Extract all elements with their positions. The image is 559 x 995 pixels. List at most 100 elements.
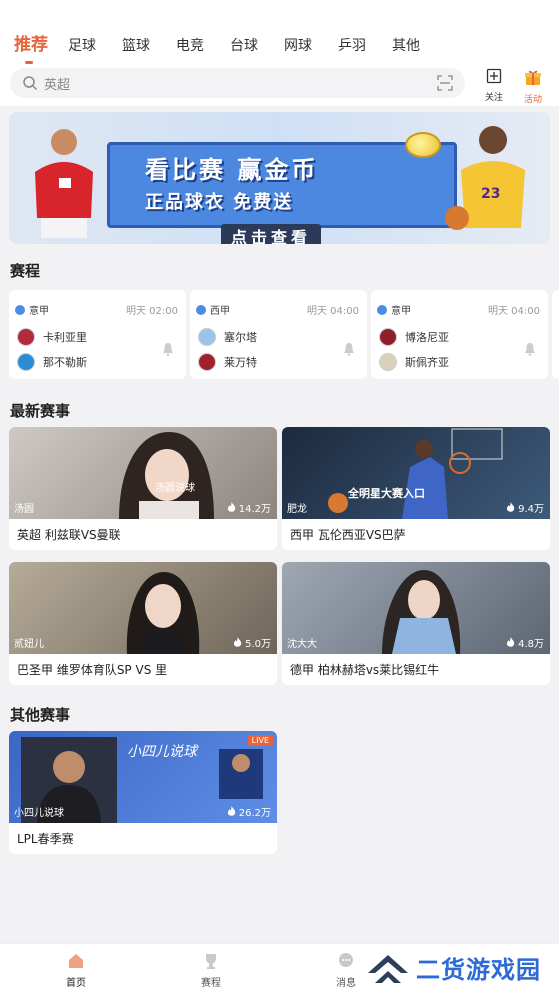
heat-count: 26.2万 [238,808,271,819]
tab-tennis[interactable]: 网球 [284,35,312,55]
league-name: 意甲 [29,306,49,317]
fire-icon [233,637,242,647]
banner-subline: 正品球衣 免费送 [145,192,294,213]
streamer-name: 汤圆 [14,504,34,515]
league-icon [377,304,387,315]
streamer-name: 沈大大 [287,639,317,650]
heat-count: 5.0万 [245,639,271,650]
heat-count: 4.8万 [518,639,544,650]
match-card[interactable]: 西甲 明天 04:00 塞尔塔 莱万特 [190,290,367,379]
promo-banner[interactable]: 看比赛 赢金币 正品球衣 免费送 点击查看 23 [9,112,550,244]
match-time: 明天 04:00 [488,306,540,317]
follow-button[interactable]: 关注 [477,68,511,103]
away-team: 莱万特 [224,356,257,369]
match-time: 明天 02:00 [126,306,178,317]
league-icon [196,304,206,315]
home-team: 卡利亚里 [43,331,87,344]
stream-thumbnail: 汤圆说球 汤圆 14.2万 [9,427,277,519]
stream-tile[interactable]: 小四儿说球 LIVE 小四儿说球 26.2万 LPL春季赛 [9,731,277,854]
league-name: 西甲 [210,306,230,317]
fire-icon [506,637,515,647]
follow-icon [486,68,502,84]
search-placeholder: 英超 [44,77,71,93]
team-crest-icon [379,328,397,346]
schedule-title: 赛程 [10,262,41,280]
home-team: 塞尔塔 [224,331,257,344]
stream-tile[interactable]: 贰妞儿 5.0万 巴圣甲 维罗体育队SP VS 里 [9,562,277,685]
league-icon [15,304,25,315]
team-crest-icon [379,353,397,371]
stream-caption: LPL春季赛 [17,832,74,846]
live-badge: LIVE [247,735,273,746]
away-team: 那不勒斯 [43,356,87,369]
watermark-text: 二货游戏园 [416,956,541,984]
stream-caption: 德甲 柏林赫塔vs莱比锡红牛 [290,663,440,677]
top-bar: 推荐 足球 篮球 电竞 台球 网球 乒羽 其他 英超 关注 活动 [0,0,559,106]
match-card[interactable]: 意甲 明天 04:00 博洛尼亚 斯佩齐亚 [371,290,548,379]
other-title: 其他赛事 [10,706,71,724]
bell-icon[interactable] [524,342,536,356]
follow-label: 关注 [484,93,503,103]
watermark-logo-icon [368,954,408,983]
stream-thumbnail: 沈大大 4.8万 [282,562,550,654]
match-card-partial[interactable] [552,290,559,379]
stream-overlay-text: 汤圆说球 [155,483,195,494]
heat-count: 14.2万 [238,504,271,515]
bell-icon[interactable] [343,342,355,356]
stream-thumbnail: 小四儿说球 LIVE 小四儿说球 26.2万 [9,731,277,823]
banner-headline: 看比赛 赢金币 [145,156,319,184]
trophy-icon [206,954,216,969]
stream-thumbnail: 贰妞儿 5.0万 [9,562,277,654]
stream-overlay-text: 全明星大赛入口 [348,487,425,500]
search-bar[interactable]: 英超 [10,68,465,98]
home-team: 博洛尼亚 [405,331,449,344]
schedule-carousel[interactable]: 意甲 明天 02:00 卡利亚里 那不勒斯 西甲 明天 04:00 塞尔塔 莱万… [9,290,559,380]
tab-esports[interactable]: 电竞 [176,35,204,55]
match-time: 明天 04:00 [307,306,359,317]
tab-football[interactable]: 足球 [68,35,96,55]
player-illustration-right: 23 [445,126,525,230]
nav-home-label: 首页 [66,978,86,989]
team-crest-icon [198,353,216,371]
activity-button[interactable]: 活动 [516,68,550,105]
category-tabs: 推荐 足球 篮球 电竞 台球 网球 乒羽 其他 [14,30,446,64]
nav-home[interactable]: 首页 [46,952,106,989]
streamer-name: 肥龙 [287,504,307,515]
home-icon [69,954,83,968]
away-team: 斯佩齐亚 [405,356,449,369]
tab-other[interactable]: 其他 [392,35,420,55]
heat-count: 9.4万 [518,504,544,515]
search-icon [23,76,38,91]
tab-billiards[interactable]: 台球 [230,35,258,55]
latest-title: 最新赛事 [10,402,71,420]
nav-schedule[interactable]: 赛程 [181,952,241,989]
stream-tile[interactable]: 全明星大赛入口 肥龙 9.4万 西甲 瓦伦西亚VS巴萨 [282,427,550,550]
stream-caption: 巴圣甲 维罗体育队SP VS 里 [17,663,168,677]
gift-icon [525,70,541,85]
team-crest-icon [198,328,216,346]
stream-tile[interactable]: 沈大大 4.8万 德甲 柏林赫塔vs莱比锡红牛 [282,562,550,685]
team-crest-icon [17,353,35,371]
bell-icon[interactable] [162,342,174,356]
league-name: 意甲 [391,306,411,317]
stream-thumbnail: 全明星大赛入口 肥龙 9.4万 [282,427,550,519]
tab-table-tennis-badminton[interactable]: 乒羽 [338,35,366,55]
nav-schedule-label: 赛程 [201,978,221,989]
team-crest-icon [17,328,35,346]
stream-overlay-text: 小四儿说球 [127,744,197,760]
fire-icon [506,502,515,512]
scan-icon[interactable] [437,75,453,91]
player-illustration-left [35,129,93,238]
banner-cta: 点击查看 [221,224,322,244]
streamer-name: 小四儿说球 [14,808,64,819]
tab-basketball[interactable]: 篮球 [122,35,150,55]
tab-recommend[interactable]: 推荐 [14,30,48,64]
match-card[interactable]: 意甲 明天 02:00 卡利亚里 那不勒斯 [9,290,186,379]
fire-icon [227,502,235,512]
watermark: 二货游戏园 [366,950,541,985]
svg-text:23: 23 [481,186,500,202]
stream-caption: 英超 利兹联VS曼联 [17,528,121,542]
stream-caption: 西甲 瓦伦西亚VS巴萨 [290,528,406,542]
fire-icon [227,806,235,816]
stream-tile[interactable]: 汤圆说球 汤圆 14.2万 英超 利兹联VS曼联 [9,427,277,550]
